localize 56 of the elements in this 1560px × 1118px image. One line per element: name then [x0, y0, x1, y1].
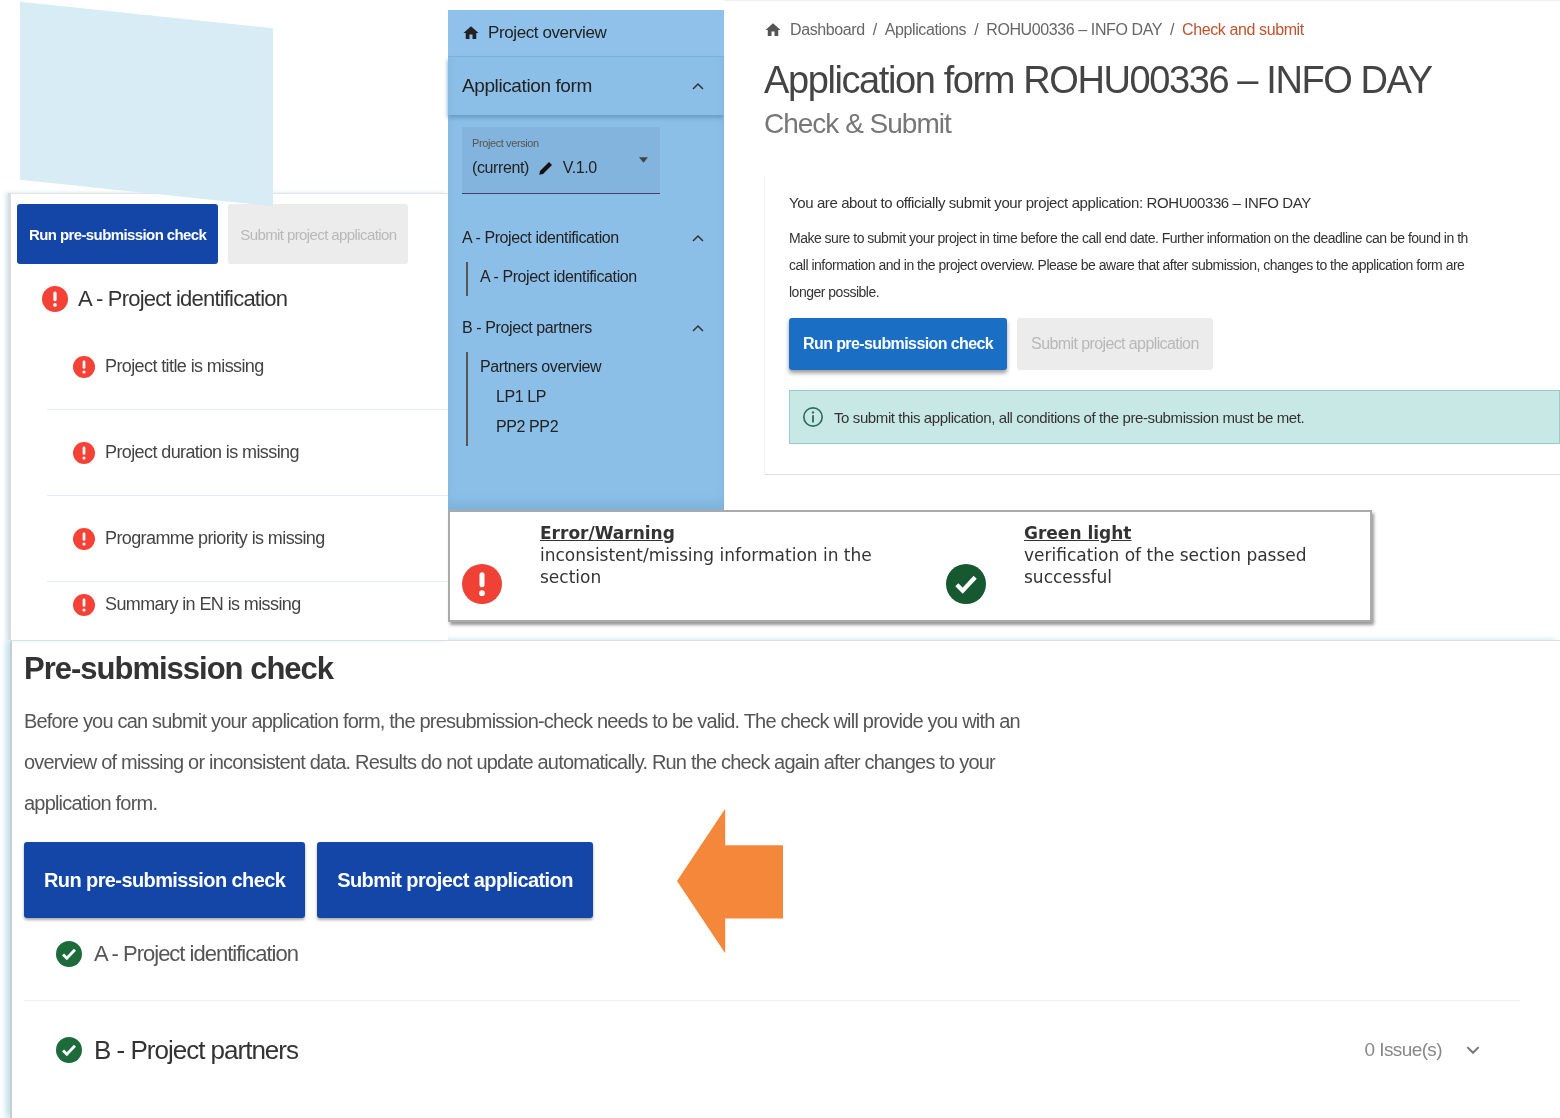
error-icon	[73, 525, 95, 552]
sidebar-item[interactable]: A - Project identification	[468, 262, 704, 292]
version-select[interactable]: Project version (current) V.1.0	[462, 127, 660, 194]
check-circle-icon	[56, 1035, 82, 1065]
sidebar-group[interactable]: B - Project partners	[462, 304, 704, 352]
action-button[interactable]: Run pre-submission check	[789, 318, 1008, 370]
sidebar-item[interactable]: Application form	[448, 57, 724, 115]
panel-button[interactable]: Run pre-submission check	[17, 204, 219, 264]
issue-text: Project title is missing	[105, 356, 264, 377]
breadcrumb-separator: /	[1170, 21, 1175, 39]
panel-title: Pre-submission check	[24, 651, 335, 687]
legend-text: verification of the section passed successful	[1024, 544, 1308, 588]
panel-text: Before you can submit your application form, the presubmission-check needs to be valid. The check will provide you with an overview of missing or inconsistent data. Results do not update automatically. Run the check again after changes to your application form.	[24, 709, 1021, 816]
alert-text: To submit this application, all conditions of the pre-submission must be met.	[834, 408, 1305, 426]
panel-button[interactable]: Submit project application	[317, 842, 593, 918]
page-title: Application form ROHU00336 – INFO DAY	[764, 59, 1433, 102]
error-icon	[73, 439, 95, 466]
sidebar-item[interactable]: LP1 LP	[468, 382, 704, 412]
legend-title: Error/Warning	[540, 522, 675, 544]
check-circle-icon	[946, 564, 986, 604]
error-icon	[462, 564, 502, 604]
issue-text: Summary in EN is missing	[105, 594, 301, 615]
breadcrumb-link[interactable]: Check and submit	[1182, 21, 1304, 39]
info-text: Make sure to submit your project in time before the call end date. Further information on the deadline can be found in th	[789, 229, 1469, 248]
intro-text: You are about to officially submit your project application: ROHU00336 – INFO DAY	[789, 194, 1312, 211]
check-circle-icon	[56, 939, 82, 969]
caret-icon	[639, 157, 648, 163]
section-title: A - Project identification	[94, 941, 298, 967]
info-text: longer possible.	[789, 283, 881, 302]
info-icon	[802, 406, 824, 428]
section-title: A - Project identification	[78, 286, 288, 312]
breadcrumb-link[interactable]: ROHU00336 – INFO DAY	[986, 21, 1163, 39]
home-icon	[764, 21, 782, 39]
breadcrumb-link[interactable]: Applications	[884, 21, 967, 39]
error-icon	[42, 284, 68, 314]
issue-text: Programme priority is missing	[105, 528, 325, 549]
info-text: call information and in the project overview. Please be aware that after submission, changes to the application form are	[789, 256, 1466, 275]
sidebar-item[interactable]: Partners overview	[468, 352, 704, 382]
pencil-icon	[536, 159, 555, 177]
panel-button[interactable]: Run pre-submission check	[24, 842, 306, 918]
legend-title: Green light	[1024, 522, 1132, 544]
breadcrumb-separator: /	[872, 21, 877, 39]
chevron-icon[interactable]	[1466, 1045, 1480, 1055]
issue-count: 0 Issue(s)	[1364, 1039, 1442, 1061]
sidebar-item[interactable]: PP2 PP2	[468, 412, 704, 442]
breadcrumb-separator: /	[974, 21, 979, 39]
breadcrumb-link[interactable]: Dashboard	[790, 21, 865, 39]
error-icon	[73, 591, 95, 618]
page-subtitle: Check & Submit	[764, 108, 953, 140]
sidebar-group[interactable]: A - Project identification	[462, 214, 704, 262]
legend-text: inconsistent/missing information in the section	[540, 544, 873, 588]
section-title: B - Project partners	[94, 1034, 298, 1066]
issue-text: Project duration is missing	[105, 442, 299, 463]
home-icon	[462, 24, 480, 42]
sidebar-item[interactable]: Project overview	[448, 10, 724, 57]
error-icon	[73, 353, 95, 380]
